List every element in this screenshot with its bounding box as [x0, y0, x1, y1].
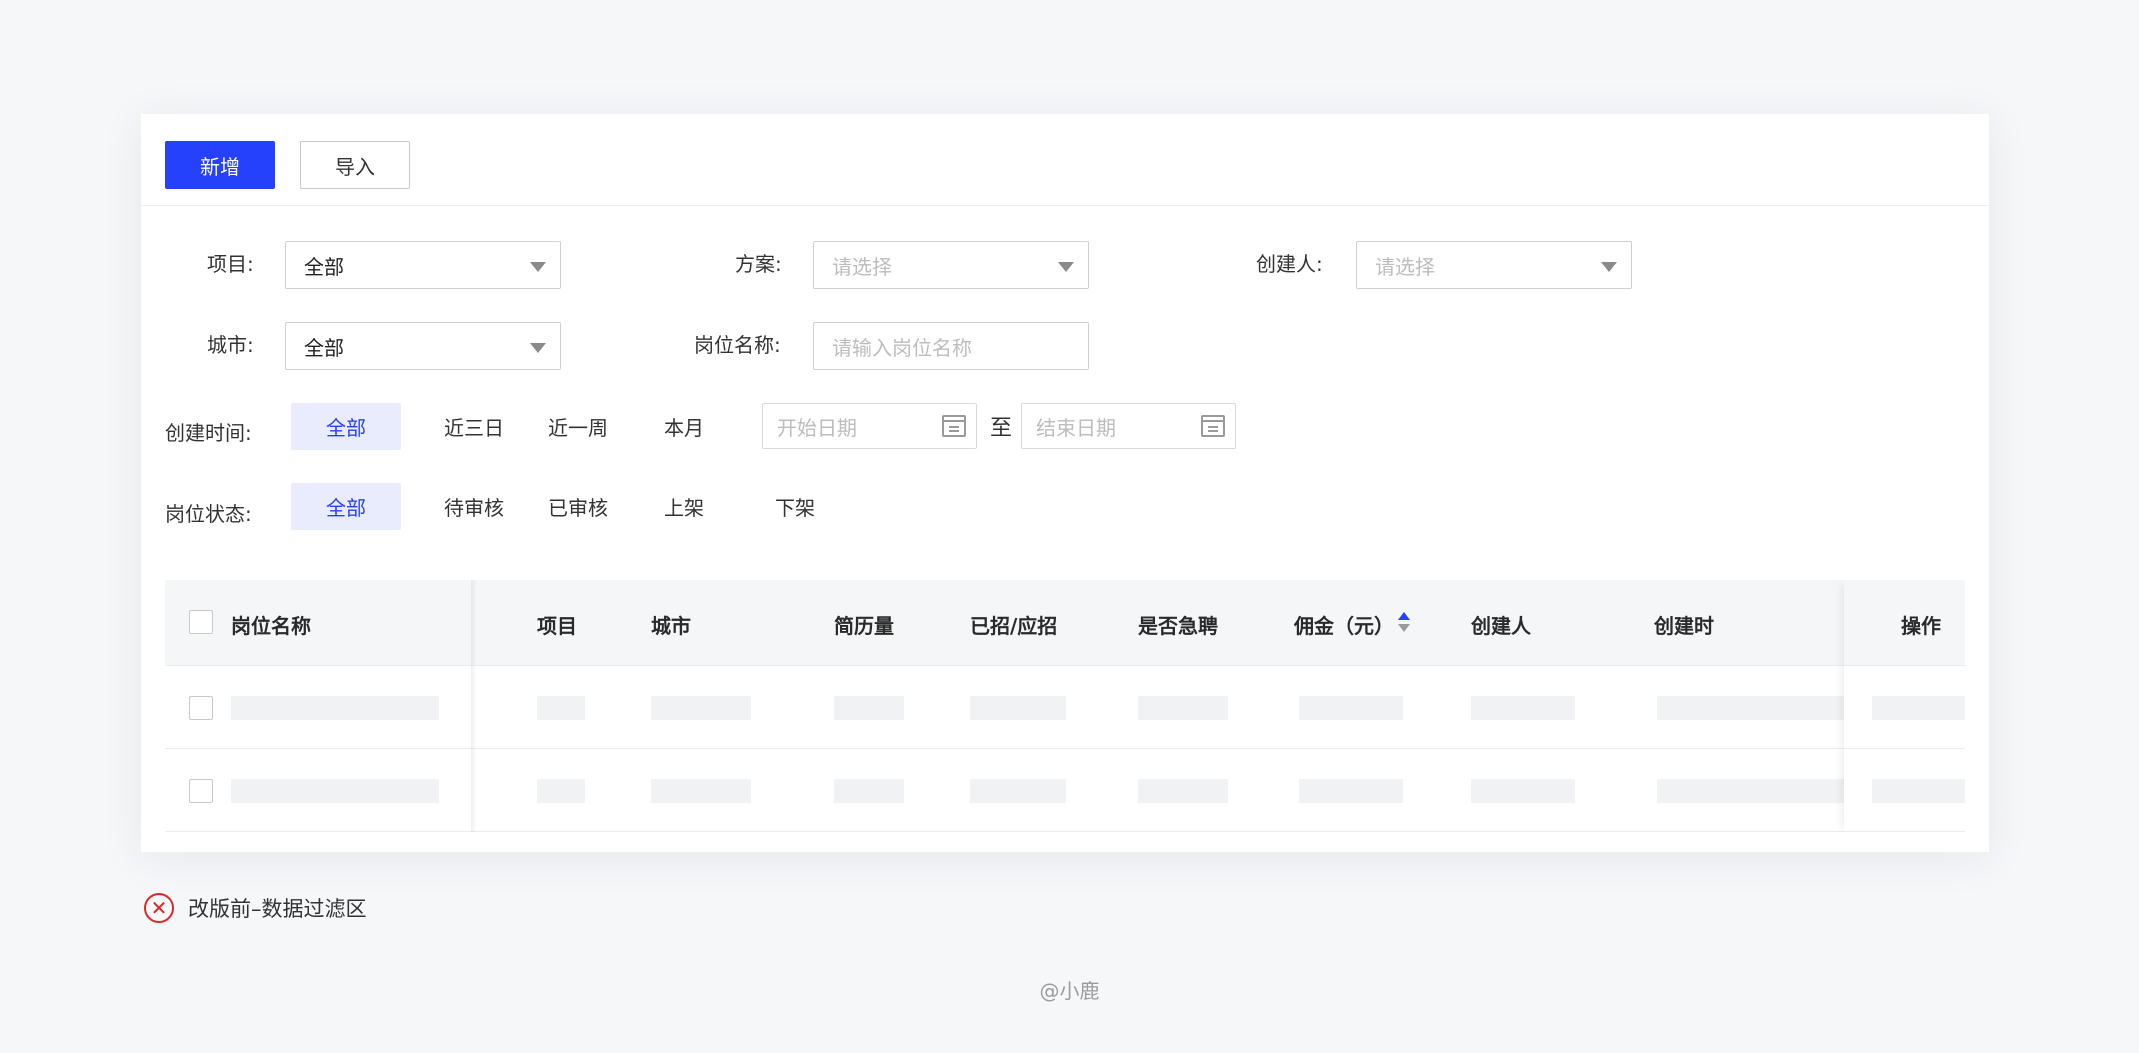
skeleton-cell	[1872, 779, 1965, 803]
city-select-value: 全部	[304, 335, 344, 360]
col-actions: 操作	[1901, 614, 1941, 638]
position-name-placeholder: 请输入岗位名称	[832, 335, 972, 360]
chevron-down-icon	[530, 343, 546, 353]
created-time-label: 创建时间:	[165, 421, 252, 445]
skeleton-cell	[970, 779, 1066, 803]
status-option-all[interactable]: 全部	[291, 483, 401, 530]
col-commission[interactable]: 佣金（元）	[1294, 610, 1394, 639]
filter-card: 新增 导入 项目: 全部 方案: 请选择 创建人: 请选择 城市: 全部 岗位名…	[141, 114, 1989, 852]
col-position-name[interactable]: 岗位名称	[231, 610, 311, 639]
chevron-down-icon	[1601, 262, 1617, 272]
col-city[interactable]: 城市	[651, 610, 691, 639]
project-select-value: 全部	[304, 254, 344, 279]
status-option-pending[interactable]: 待审核	[437, 483, 511, 530]
skeleton-cell	[834, 779, 904, 803]
position-name-label: 岗位名称:	[694, 333, 781, 357]
fixed-column-shadow	[471, 580, 477, 832]
skeleton-cell	[1138, 696, 1228, 720]
table-row	[165, 666, 1965, 749]
skeleton-cell	[1471, 696, 1575, 720]
sort-asc-icon[interactable]	[1398, 612, 1410, 620]
chevron-down-icon	[530, 262, 546, 272]
position-name-input[interactable]: 请输入岗位名称	[813, 322, 1089, 370]
project-select[interactable]: 全部	[285, 241, 561, 289]
skeleton-cell	[1299, 779, 1403, 803]
status-option-unlisted[interactable]: 下架	[767, 483, 823, 530]
author-credit: @小鹿	[1039, 979, 1100, 1003]
chevron-down-icon	[1058, 262, 1074, 272]
action-cell	[1844, 666, 1965, 749]
add-button[interactable]: 新增	[165, 141, 275, 189]
skeleton-cell	[1471, 779, 1575, 803]
skeleton-cell	[537, 779, 585, 803]
status-label: 岗位状态:	[165, 502, 252, 526]
row-checkbox[interactable]	[189, 696, 213, 720]
end-date-picker[interactable]: 结束日期	[1021, 403, 1236, 449]
col-urgent[interactable]: 是否急聘	[1138, 610, 1218, 639]
col-resume-count[interactable]: 简历量	[834, 610, 894, 639]
action-cell	[1844, 749, 1965, 832]
col-created-time[interactable]: 创建时	[1654, 610, 1844, 639]
status-option-listed[interactable]: 上架	[656, 483, 712, 530]
end-date-placeholder: 结束日期	[1036, 415, 1116, 440]
table-header: 岗位名称 项目 城市 简历量 已招/应招 是否急聘 佣金（元） 创建人 创建时	[165, 580, 1965, 666]
created-time-option-month[interactable]: 本月	[656, 403, 712, 450]
start-date-placeholder: 开始日期	[777, 415, 857, 440]
calendar-icon	[942, 415, 966, 437]
col-project[interactable]: 项目	[537, 610, 577, 639]
skeleton-cell	[834, 696, 904, 720]
plan-select[interactable]: 请选择	[813, 241, 1089, 289]
plan-select-placeholder: 请选择	[832, 254, 892, 279]
action-header-cell: 操作	[1844, 580, 1965, 666]
city-select[interactable]: 全部	[285, 322, 561, 370]
select-all-checkbox[interactable]	[189, 610, 213, 634]
skeleton-cell	[537, 696, 585, 720]
position-table: 岗位名称 项目 城市 简历量 已招/应招 是否急聘 佣金（元） 创建人 创建时	[165, 580, 1965, 832]
skeleton-cell	[1138, 779, 1228, 803]
created-time-option-3days[interactable]: 近三日	[437, 403, 511, 450]
fixed-action-column: 操作	[1844, 580, 1965, 832]
calendar-icon	[1201, 415, 1225, 437]
city-label: 城市:	[207, 333, 254, 357]
creator-label: 创建人:	[1256, 252, 1323, 276]
plan-label: 方案:	[735, 252, 782, 276]
toolbar: 新增 导入	[141, 114, 1989, 206]
skeleton-cell	[231, 696, 439, 720]
skeleton-cell	[1657, 779, 1844, 803]
created-time-option-all[interactable]: 全部	[291, 403, 401, 450]
date-range-separator: 至	[990, 416, 1013, 441]
created-time-option-week[interactable]: 近一周	[541, 403, 615, 450]
skeleton-cell	[1657, 696, 1844, 720]
caption: ✕ 改版前–数据过滤区	[144, 893, 367, 923]
creator-select-placeholder: 请选择	[1375, 254, 1435, 279]
caption-text: 改版前–数据过滤区	[188, 897, 367, 921]
sort-desc-icon[interactable]	[1398, 624, 1410, 632]
project-label: 项目:	[207, 252, 254, 276]
table-row	[165, 749, 1965, 832]
row-checkbox[interactable]	[189, 779, 213, 803]
skeleton-cell	[1299, 696, 1403, 720]
creator-select[interactable]: 请选择	[1356, 241, 1632, 289]
start-date-picker[interactable]: 开始日期	[762, 403, 977, 449]
skeleton-cell	[1872, 696, 1965, 720]
import-button[interactable]: 导入	[300, 141, 410, 189]
skeleton-cell	[651, 779, 751, 803]
close-circle-icon: ✕	[144, 893, 174, 923]
skeleton-cell	[970, 696, 1066, 720]
status-option-approved[interactable]: 已审核	[541, 483, 615, 530]
col-hired-needed[interactable]: 已招/应招	[970, 610, 1057, 639]
skeleton-cell	[651, 696, 751, 720]
col-creator[interactable]: 创建人	[1471, 610, 1531, 639]
skeleton-cell	[231, 779, 439, 803]
